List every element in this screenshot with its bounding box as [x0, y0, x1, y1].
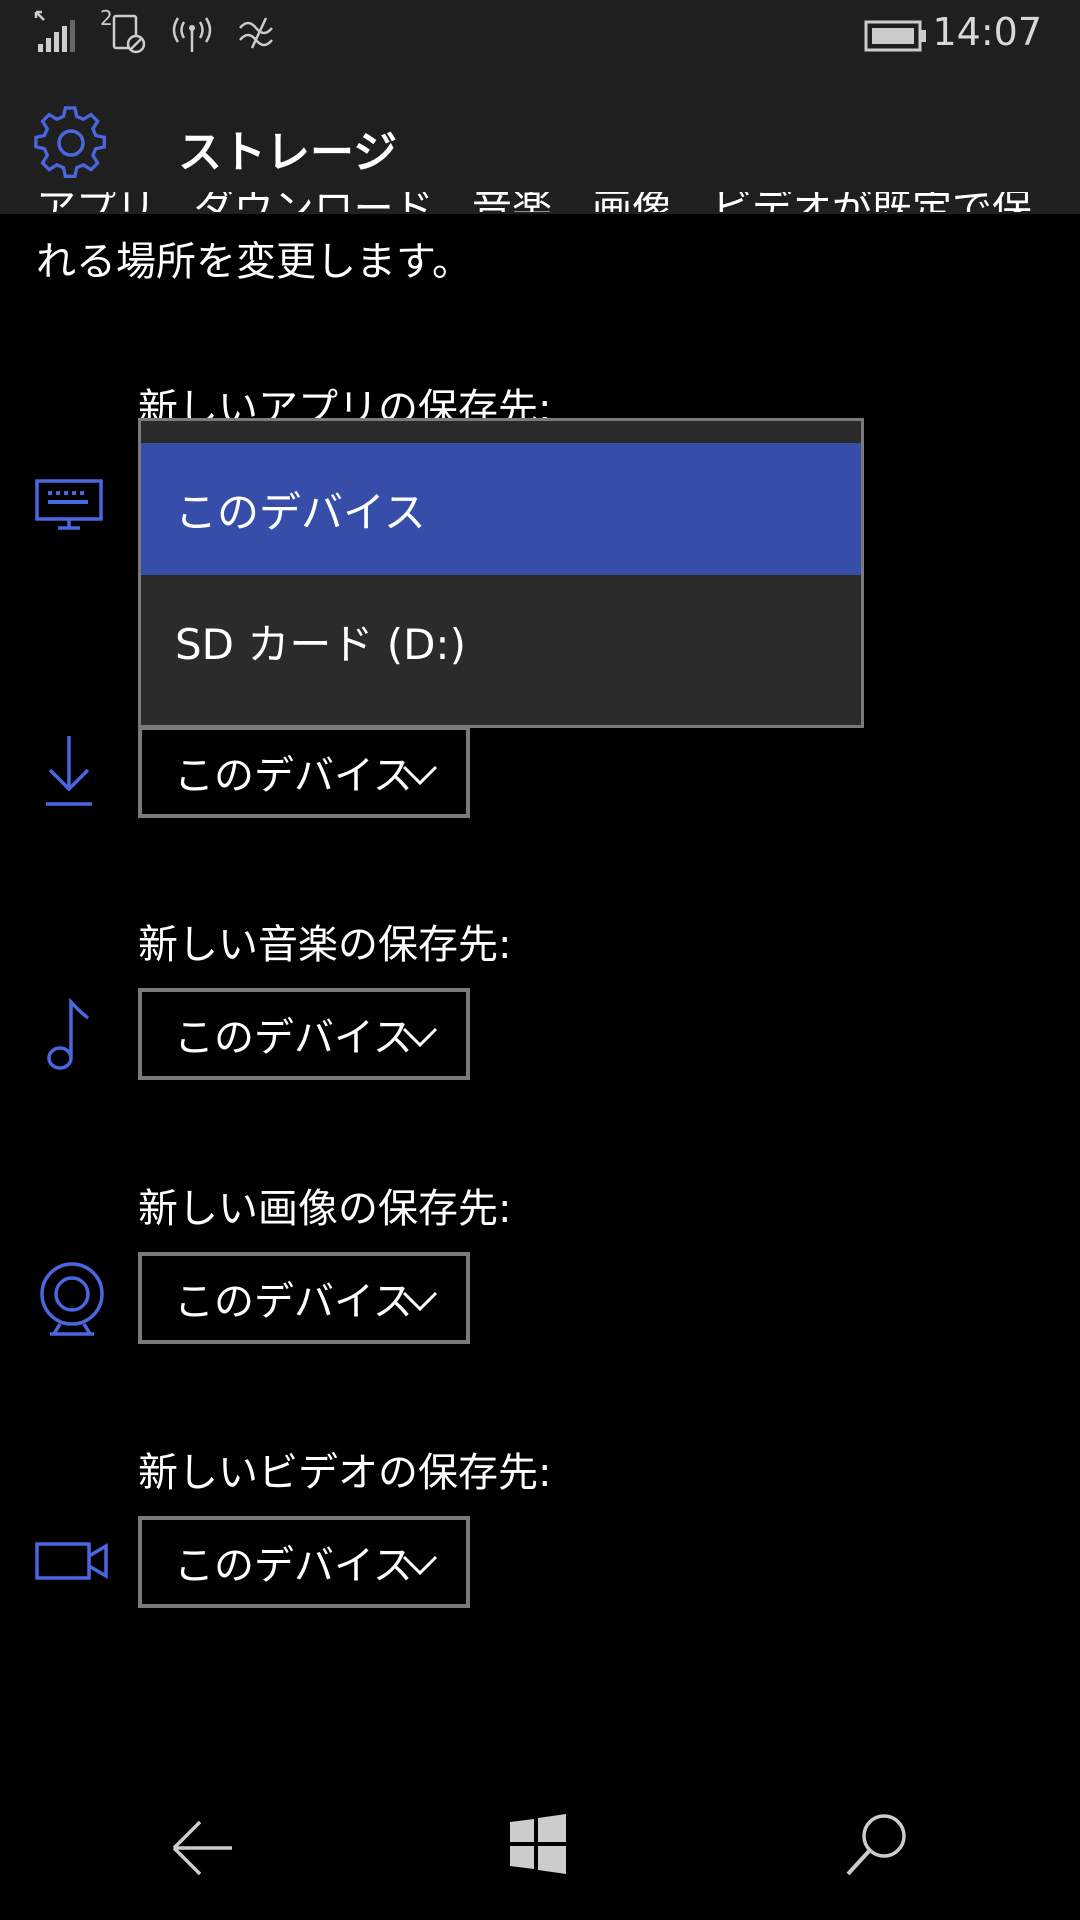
dropdown-value: このデバイス	[174, 1279, 413, 1325]
webcam-icon	[40, 1262, 104, 1336]
signal-icon	[34, 10, 75, 52]
dropdown-value: このデバイス	[174, 753, 413, 799]
chevron-down-icon	[402, 1555, 438, 1576]
cellular-data-icon	[172, 17, 212, 52]
music-note-icon	[47, 997, 90, 1070]
pictures-save-label: 新しい画像の保存先:	[138, 1186, 512, 1232]
popup-option-sd-card[interactable]: SD カード (D:)	[141, 575, 861, 707]
back-arrow-icon[interactable]	[170, 1818, 236, 1878]
dropdown-value: このデバイス	[174, 1015, 413, 1061]
music-location-dropdown[interactable]: このデバイス	[138, 988, 470, 1080]
music-save-label: 新しい音楽の保存先:	[138, 922, 512, 968]
clock: 14:07	[932, 10, 1042, 54]
download-location-dropdown[interactable]: このデバイス	[138, 726, 470, 818]
videos-location-dropdown[interactable]: このデバイス	[138, 1516, 470, 1608]
video-camera-icon	[35, 1542, 108, 1580]
app-display-icon	[35, 479, 103, 530]
navigation-bar	[0, 1780, 1080, 1920]
download-icon	[46, 736, 92, 806]
videos-save-label: 新しいビデオの保存先:	[138, 1450, 552, 1496]
status-bar: 2 14:07	[0, 0, 1080, 68]
windows-start-icon[interactable]	[508, 1814, 568, 1874]
apps-save-label: 新しいアプリの保存先:	[138, 386, 552, 418]
gear-icon	[34, 106, 106, 178]
vibrate-icon	[239, 17, 273, 49]
battery-icon	[864, 20, 926, 52]
sim2-icon	[112, 14, 146, 54]
dropdown-value: このデバイス	[174, 1543, 413, 1589]
chevron-down-icon	[402, 765, 438, 786]
intro-description: アプリ、ダウンロード、音楽、画像、ビデオが既定で保存さ れる場所を変更します。	[36, 192, 1036, 292]
chevron-down-icon	[402, 1027, 438, 1048]
apps-location-popup: このデバイス SD カード (D:)	[138, 418, 864, 728]
page-title: ストレージ	[178, 127, 398, 178]
pictures-location-dropdown[interactable]: このデバイス	[138, 1252, 470, 1344]
chevron-down-icon	[402, 1291, 438, 1312]
intro-line-1: アプリ、ダウンロード、音楽、画像、ビデオが既定で保存さ	[36, 192, 1036, 212]
search-icon[interactable]	[844, 1812, 910, 1878]
popup-option-this-device[interactable]: このデバイス	[141, 443, 861, 575]
intro-line-2: れる場所を変更します。	[36, 239, 472, 285]
